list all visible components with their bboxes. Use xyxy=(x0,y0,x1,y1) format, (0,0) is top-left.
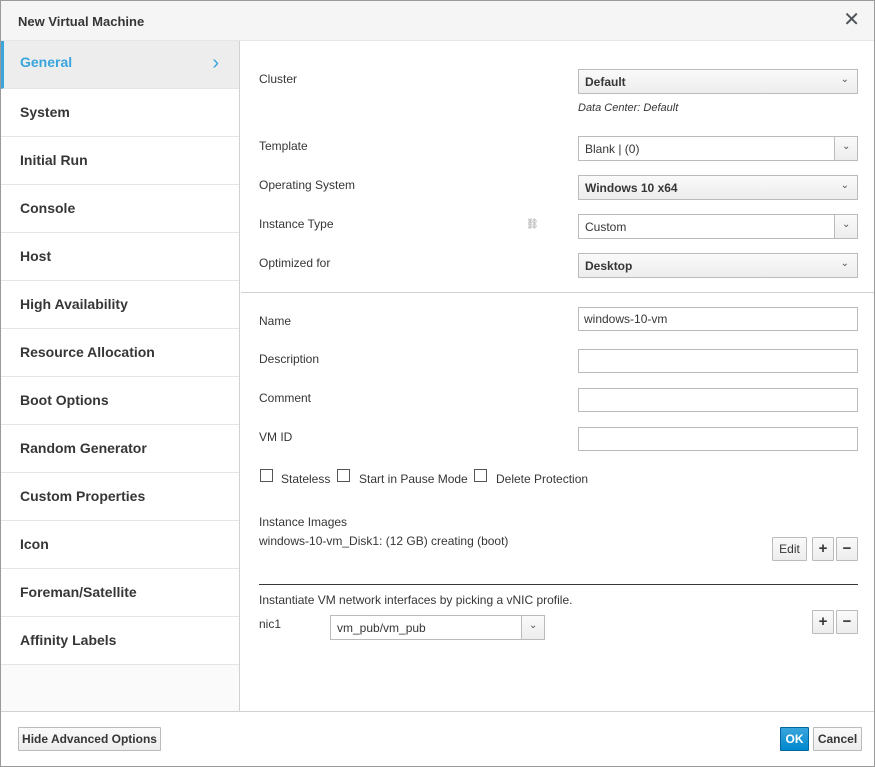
disk-entry: windows-10-vm_Disk1: (12 GB) creating (b… xyxy=(259,534,509,548)
os-label: Operating System xyxy=(259,178,356,192)
sidebar-item-label: Icon xyxy=(20,536,49,552)
chevron-right-icon: › xyxy=(212,52,219,74)
cancel-button[interactable]: Cancel xyxy=(813,727,862,751)
cluster-label: Cluster xyxy=(259,72,298,86)
vm-id-label: VM ID xyxy=(259,430,293,444)
optimized-select-value: Desktop xyxy=(585,259,633,273)
os-select-value: Windows 10 x64 xyxy=(585,181,678,195)
sidebar-item-custom-properties[interactable]: Custom Properties xyxy=(1,473,239,521)
sidebar-item-label: Boot Options xyxy=(20,392,109,408)
sidebar-item-label: Random Generator xyxy=(20,440,147,456)
stateless-checkbox[interactable] xyxy=(260,469,273,482)
sidebar-item-high-availability[interactable]: High Availability xyxy=(1,281,239,329)
add-nic-button[interactable]: + xyxy=(812,610,834,634)
vm-id-input[interactable] xyxy=(578,427,858,451)
dialog-footer: Hide Advanced Options OK Cancel xyxy=(1,711,874,766)
chevron-down-icon: ⌄ xyxy=(842,219,851,230)
network-hint: Instantiate VM network interfaces by pic… xyxy=(259,593,573,607)
instance-type-dropdown-toggle[interactable]: ⌄ xyxy=(834,215,857,238)
chevron-down-icon: ⌄ xyxy=(529,620,538,631)
chevron-down-icon: ⌄ xyxy=(840,180,849,191)
dialog-title: New Virtual Machine xyxy=(18,14,145,29)
instance-type-select-value: Custom xyxy=(585,220,627,234)
dialog-header: New Virtual Machine ✕ xyxy=(1,1,874,41)
sidebar-item-label: Console xyxy=(20,200,76,216)
add-disk-button[interactable]: + xyxy=(812,537,834,561)
name-label: Name xyxy=(259,314,292,328)
sidebar-item-label: Host xyxy=(20,248,52,264)
instance-type-select[interactable]: Custom ⌄ xyxy=(578,214,858,239)
chevron-down-icon: ⌄ xyxy=(842,141,851,152)
close-icon[interactable]: ✕ xyxy=(843,10,860,30)
sidebar-item-label: System xyxy=(20,104,70,120)
sidebar-item-foreman-satellite[interactable]: Foreman/Satellite xyxy=(1,569,239,617)
link-icon: ⛓ xyxy=(526,219,539,230)
optimized-label: Optimized for xyxy=(259,256,331,270)
remove-disk-button[interactable]: − xyxy=(836,537,858,561)
sidebar: General › System Initial Run Console Hos… xyxy=(1,41,240,711)
sidebar-item-label: Affinity Labels xyxy=(20,632,117,648)
general-panel: Cluster Default ⌄ Data Center: Default T… xyxy=(241,41,874,711)
sidebar-item-label: Custom Properties xyxy=(20,488,146,504)
chevron-down-icon: ⌄ xyxy=(840,258,849,269)
optimized-select[interactable]: Desktop ⌄ xyxy=(578,253,858,278)
sidebar-item-initial-run[interactable]: Initial Run xyxy=(1,137,239,185)
vnic-profile-select[interactable]: vm_pub/vm_pub ⌄ xyxy=(330,615,545,640)
sidebar-item-resource-allocation[interactable]: Resource Allocation xyxy=(1,329,239,377)
new-vm-dialog: New Virtual Machine ✕ General › System I… xyxy=(0,0,875,767)
description-input[interactable] xyxy=(578,349,858,373)
sidebar-item-label: Foreman/Satellite xyxy=(20,584,137,600)
sidebar-item-label: Resource Allocation xyxy=(20,344,155,360)
template-select[interactable]: Blank | (0) ⌄ xyxy=(578,136,858,161)
sidebar-item-random-generator[interactable]: Random Generator xyxy=(1,425,239,473)
delete-protection-label: Delete Protection xyxy=(496,472,589,486)
network-divider xyxy=(259,584,858,585)
instance-images-label: Instance Images xyxy=(259,515,348,529)
stateless-label: Stateless xyxy=(281,472,331,486)
name-input[interactable] xyxy=(578,307,858,331)
edit-disk-button[interactable]: Edit xyxy=(772,537,807,561)
pause-mode-checkbox[interactable] xyxy=(337,469,350,482)
sidebar-item-label: Initial Run xyxy=(20,152,88,168)
cluster-select-value: Default xyxy=(585,75,626,89)
vnic-profile-dropdown-toggle[interactable]: ⌄ xyxy=(521,616,544,639)
sidebar-item-host[interactable]: Host xyxy=(1,233,239,281)
sidebar-item-console[interactable]: Console xyxy=(1,185,239,233)
sidebar-item-icon[interactable]: Icon xyxy=(1,521,239,569)
ok-button[interactable]: OK xyxy=(780,727,809,751)
template-label: Template xyxy=(259,139,308,153)
data-center-note: Data Center: Default xyxy=(578,102,679,114)
os-select[interactable]: Windows 10 x64 ⌄ xyxy=(578,175,858,200)
section-divider xyxy=(241,292,874,293)
hide-advanced-options-button[interactable]: Hide Advanced Options xyxy=(18,727,161,751)
template-select-value: Blank | (0) xyxy=(585,142,640,156)
instance-type-label: Instance Type xyxy=(259,217,334,231)
sidebar-item-label: General xyxy=(20,54,73,70)
vnic-profile-value: vm_pub/vm_pub xyxy=(337,621,426,635)
delete-protection-checkbox[interactable] xyxy=(474,469,487,482)
chevron-down-icon: ⌄ xyxy=(840,74,849,85)
comment-input[interactable] xyxy=(578,388,858,412)
description-label: Description xyxy=(259,352,320,366)
comment-label: Comment xyxy=(259,391,312,405)
sidebar-item-label: High Availability xyxy=(20,296,128,312)
template-dropdown-toggle[interactable]: ⌄ xyxy=(834,137,857,160)
sidebar-item-affinity-labels[interactable]: Affinity Labels xyxy=(1,617,239,665)
sidebar-item-boot-options[interactable]: Boot Options xyxy=(1,377,239,425)
sidebar-item-system[interactable]: System xyxy=(1,89,239,137)
nic-label: nic1 xyxy=(259,617,282,631)
cluster-select[interactable]: Default ⌄ xyxy=(578,69,858,94)
sidebar-item-general[interactable]: General › xyxy=(1,41,239,89)
pause-mode-label: Start in Pause Mode xyxy=(359,472,468,486)
remove-nic-button[interactable]: − xyxy=(836,610,858,634)
